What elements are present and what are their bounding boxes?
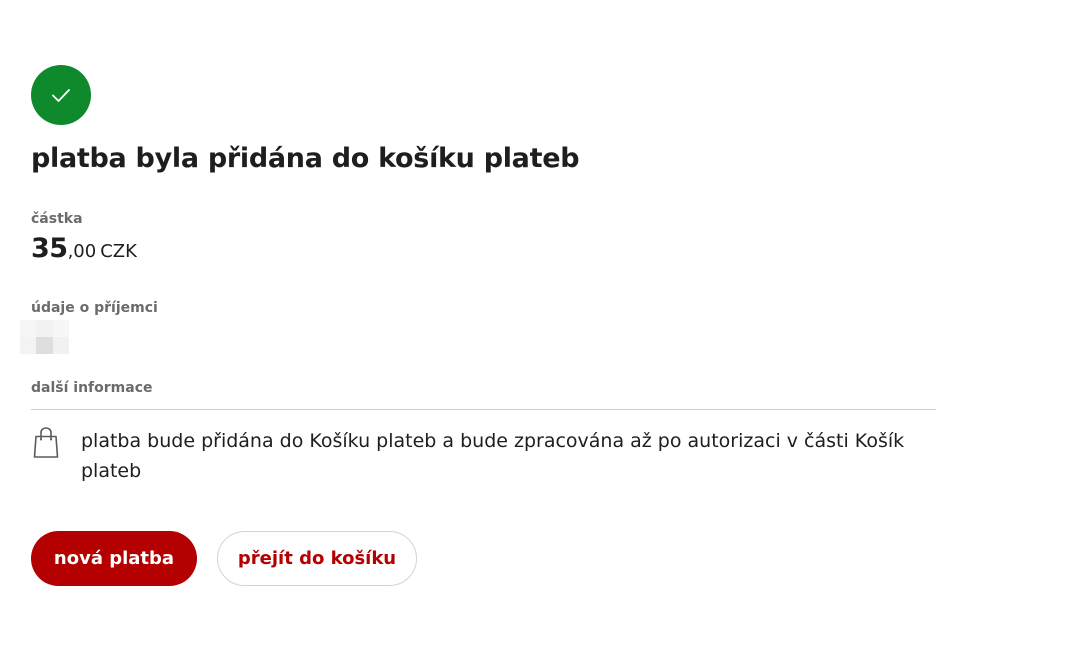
recipient-label: údaje o příjemci	[31, 300, 158, 316]
info-notice: platba bude přidána do Košíku plateb a b…	[31, 426, 936, 486]
section-divider	[31, 409, 936, 410]
additional-info-label: další informace	[31, 380, 153, 396]
amount-label: částka	[31, 211, 83, 227]
amount-decimal: ,00	[67, 241, 97, 262]
amount-currency: CZK	[100, 241, 137, 262]
amount-value: 35,00 CZK	[31, 233, 137, 264]
info-text: platba bude přidána do Košíku plateb a b…	[81, 430, 905, 482]
amount-integer: 35	[31, 233, 68, 264]
checkmark-icon	[52, 89, 70, 102]
go-to-cart-button[interactable]: přejít do košíku	[217, 531, 417, 586]
recipient-redacted-block	[20, 320, 69, 354]
new-payment-button[interactable]: nová platba	[31, 531, 197, 586]
page-title: platba byla přidána do košíku plateb	[31, 143, 580, 174]
shopping-bag-icon	[33, 427, 59, 458]
success-badge	[31, 65, 91, 125]
